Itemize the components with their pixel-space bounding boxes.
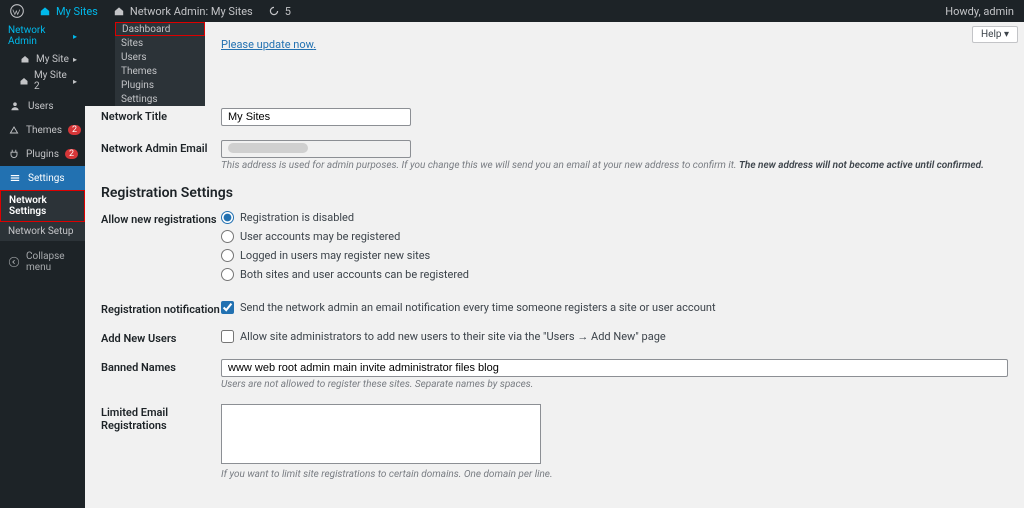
home-icon	[18, 74, 30, 88]
collapse-menu[interactable]: Collapse menu	[0, 245, 85, 279]
submenu-network-setup[interactable]: Network Setup	[0, 222, 85, 241]
label-limited-email: Limited Email Registrations	[101, 404, 221, 432]
breadcrumb-label: Network Admin: My Sites	[130, 5, 253, 18]
reg-notif-check[interactable]: Send the network admin an email notifica…	[221, 301, 1008, 314]
admin-email-input[interactable]	[221, 140, 411, 158]
label-admin-email: Network Admin Email	[101, 140, 221, 155]
collapse-icon	[8, 255, 20, 269]
my-sites-link[interactable]: My Sites	[38, 4, 98, 18]
chevron-right-icon: ▸	[73, 77, 77, 86]
my-sites-label: My Sites	[56, 5, 98, 18]
limited-email-textarea[interactable]	[221, 404, 541, 464]
label-banned: Banned Names	[101, 359, 221, 374]
badge: 2	[65, 149, 78, 159]
site-item-0[interactable]: My Site▸	[0, 50, 85, 68]
appearance-icon	[8, 123, 20, 137]
reg-opt-3[interactable]: Both sites and user accounts can be regi…	[221, 268, 1008, 281]
settings-icon	[8, 171, 22, 185]
home-icon	[38, 4, 52, 18]
label-reg-notif: Registration notification	[101, 301, 221, 316]
updates-count: 5	[285, 5, 291, 18]
redacted-email	[228, 143, 308, 153]
wp-logo[interactable]	[10, 4, 24, 18]
section-registration: Registration Settings	[101, 185, 1008, 201]
sidebar-item-plugins[interactable]: Plugins2	[0, 142, 85, 166]
allow-reg-group: Registration is disabled User accounts m…	[221, 211, 1008, 287]
howdy[interactable]: Howdy, admin	[945, 5, 1014, 18]
admin-sidebar: Network Admin▸ My Site▸ My Site 2▸ Users…	[0, 22, 85, 508]
home-icon	[112, 4, 126, 18]
sidebar-item-themes[interactable]: Themes2	[0, 118, 85, 142]
network-title-input[interactable]	[221, 108, 411, 126]
plugins-icon	[8, 147, 20, 161]
breadcrumb[interactable]: Network Admin: My Sites	[112, 4, 253, 18]
chevron-right-icon: ▸	[73, 32, 77, 41]
help-tab[interactable]: Help ▾	[972, 26, 1018, 43]
home-icon	[18, 52, 32, 66]
label-allow-reg: Allow new registrations	[101, 211, 221, 226]
flyout-item-sites[interactable]: Sites	[115, 36, 205, 50]
main-content: Please update now. N Op Network Title Ne…	[85, 22, 1024, 508]
network-admin-header[interactable]: Network Admin▸	[0, 22, 85, 50]
banned-names-input[interactable]	[221, 359, 1008, 377]
flyout-spacer	[85, 22, 115, 106]
reg-opt-0[interactable]: Registration is disabled	[221, 211, 1008, 224]
reg-opt-1[interactable]: User accounts may be registered	[221, 230, 1008, 243]
label-add-users: Add New Users	[101, 330, 221, 345]
flyout-item-plugins[interactable]: Plugins	[115, 78, 205, 92]
refresh-icon	[267, 4, 281, 18]
flyout-item-themes[interactable]: Themes	[115, 64, 205, 78]
reg-opt-2[interactable]: Logged in users may register new sites	[221, 249, 1008, 262]
flyout-item-settings[interactable]: Settings	[115, 92, 205, 106]
limited-help: If you want to limit site registrations …	[221, 469, 1008, 480]
wordpress-icon	[10, 4, 24, 18]
banned-help: Users are not allowed to register these …	[221, 379, 1008, 390]
users-icon	[8, 99, 22, 113]
updates-link[interactable]: 5	[267, 4, 291, 18]
email-help: This address is used for admin purposes.…	[221, 160, 1008, 171]
page-title: N	[101, 59, 1008, 78]
flyout-item-users[interactable]: Users	[115, 50, 205, 64]
admin-toolbar: My Sites Network Admin: My Sites 5 Howdy…	[0, 0, 1024, 22]
page-subtitle: Op	[101, 80, 1008, 94]
update-now-link[interactable]: Please update now.	[221, 38, 316, 51]
site-item-1[interactable]: My Site 2▸	[0, 68, 85, 94]
network-admin-flyout: Dashboard Sites Users Themes Plugins Set…	[115, 22, 205, 106]
flyout-item-dashboard[interactable]: Dashboard	[115, 22, 205, 36]
label-network-title: Network Title	[101, 108, 221, 123]
sidebar-item-users[interactable]: Users	[0, 94, 85, 118]
submenu-network-settings[interactable]: Network Settings	[0, 190, 85, 222]
chevron-right-icon: ▸	[73, 55, 77, 64]
add-users-check[interactable]: Allow site administrators to add new use…	[221, 330, 1008, 343]
sidebar-item-settings[interactable]: Settings	[0, 166, 85, 190]
badge: 2	[68, 125, 81, 135]
